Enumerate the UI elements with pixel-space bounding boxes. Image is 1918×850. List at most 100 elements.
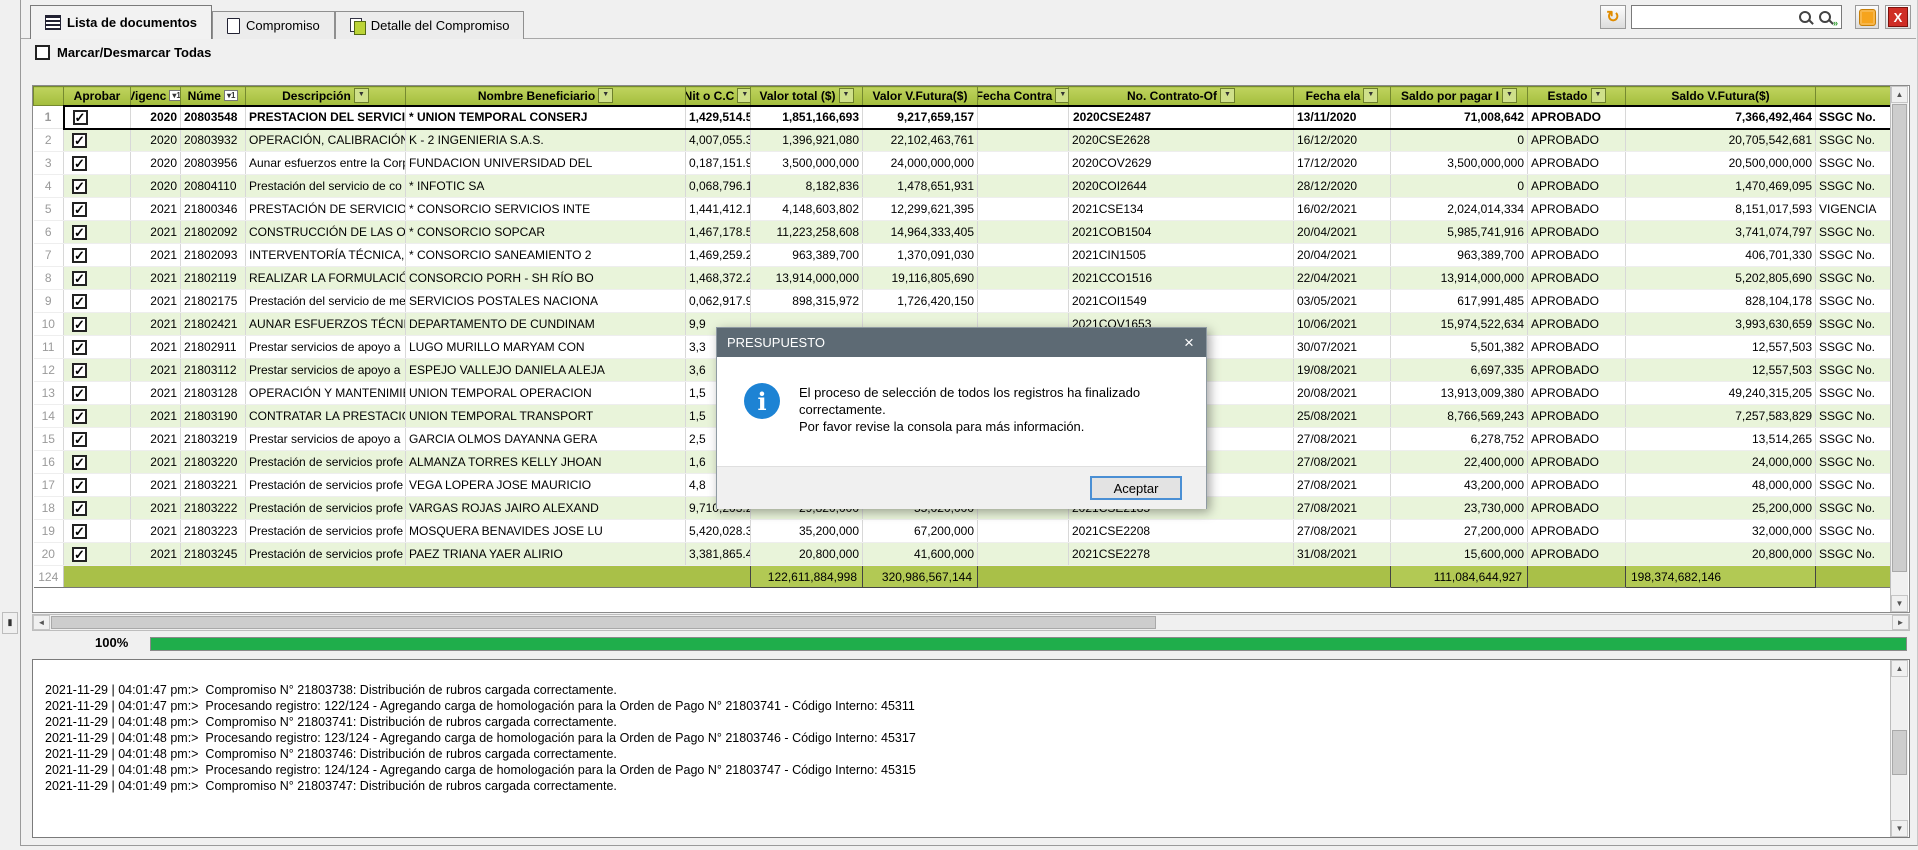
scroll-thumb[interactable] bbox=[1892, 730, 1907, 775]
table-row[interactable]: 4✓202020804110Prestación del servicio de… bbox=[34, 175, 1891, 198]
scroll-up-icon[interactable]: ▲ bbox=[1891, 86, 1908, 103]
filter-dropdown-icon[interactable]: ▼ bbox=[1363, 88, 1378, 103]
row-checkbox[interactable]: ✓ bbox=[72, 179, 87, 194]
close-button[interactable]: X bbox=[1885, 5, 1911, 29]
table-row[interactable]: 9✓202121802175Prestación del servicio de… bbox=[34, 290, 1891, 313]
row-checkbox[interactable]: ✓ bbox=[72, 432, 87, 447]
table-row[interactable]: 3✓202020803956Aunar esfuerzos entre la C… bbox=[34, 152, 1891, 175]
tab-lista-de-documentos[interactable]: Lista de documentos bbox=[30, 5, 212, 39]
cell-fela: 27/08/2021 bbox=[1294, 497, 1391, 520]
cell-vtotal: 4,148,603,802 bbox=[751, 198, 863, 221]
column-header-valor-total-[interactable]: Valor total ($)▼ bbox=[751, 87, 863, 106]
tab-detalle-del-compromiso[interactable]: Detalle del Compromiso bbox=[335, 11, 525, 39]
row-checkbox[interactable]: ✓ bbox=[72, 524, 87, 539]
column-header-saldo-por-pagar-i[interactable]: Saldo por pagar I▼ bbox=[1391, 87, 1528, 106]
scroll-down-icon[interactable]: ▼ bbox=[1891, 820, 1908, 837]
filter-dropdown-icon[interactable]: ▼ bbox=[1220, 88, 1235, 103]
approve-cell: ✓ bbox=[64, 428, 131, 451]
column-header[interactable] bbox=[1816, 87, 1891, 106]
row-checkbox[interactable]: ✓ bbox=[72, 547, 87, 562]
cell-desc: Prestación de servicios profe bbox=[246, 543, 406, 566]
cell-num: 20803956 bbox=[181, 152, 246, 175]
row-checkbox[interactable]: ✓ bbox=[72, 363, 87, 378]
scroll-thumb[interactable] bbox=[1892, 104, 1907, 572]
column-header[interactable] bbox=[34, 87, 64, 106]
select-all-checkbox[interactable] bbox=[35, 45, 50, 60]
tab-compromiso[interactable]: Compromiso bbox=[212, 11, 335, 39]
cell-saldo: 13,913,009,380 bbox=[1391, 382, 1528, 405]
search-next-icon[interactable]: » bbox=[1819, 11, 1831, 23]
column-header-fecha-ela[interactable]: Fecha ela▼ bbox=[1294, 87, 1391, 106]
row-checkbox[interactable]: ✓ bbox=[72, 340, 87, 355]
row-checkbox[interactable]: ✓ bbox=[73, 110, 88, 125]
column-header-fecha-contra[interactable]: Fecha Contra▼ bbox=[978, 87, 1069, 106]
cell-saldo: 0 bbox=[1391, 175, 1528, 198]
cell-num: 21803128 bbox=[181, 382, 246, 405]
scroll-right-icon[interactable]: ► bbox=[1892, 615, 1909, 630]
table-row[interactable]: 8✓202121802119REALIZAR LA FORMULACIÓN DC… bbox=[34, 267, 1891, 290]
cell-num: 21803112 bbox=[181, 359, 246, 382]
column-header-estado[interactable]: Estado▼ bbox=[1528, 87, 1626, 106]
filter-dropdown-icon[interactable]: ▼ bbox=[354, 88, 369, 103]
cell-fcontra bbox=[978, 129, 1069, 152]
row-checkbox[interactable]: ✓ bbox=[72, 386, 87, 401]
refresh-button[interactable]: ↻ bbox=[1600, 5, 1626, 29]
column-header-nit-o-c-c[interactable]: Nit o C.C▼ bbox=[686, 87, 751, 106]
filter-dropdown-icon[interactable]: ▼ bbox=[1591, 88, 1606, 103]
scroll-thumb[interactable] bbox=[51, 616, 1156, 629]
console-vertical-scrollbar[interactable]: ▲ ▼ bbox=[1890, 660, 1908, 837]
table-row[interactable]: 2✓202020803932OPERACIÓN, CALIBRACIÓN, MK… bbox=[34, 129, 1891, 152]
filter-dropdown-icon[interactable]: ▼ bbox=[1055, 88, 1068, 103]
cell-extra: SSGC No. bbox=[1816, 244, 1891, 267]
cell-fela: 16/12/2020 bbox=[1294, 129, 1391, 152]
filter-dropdown-icon[interactable]: ▼ bbox=[598, 88, 613, 103]
column-header-saldo-v-futura-[interactable]: Saldo V.Futura($) bbox=[1626, 87, 1816, 106]
accept-button[interactable]: Aceptar bbox=[1090, 476, 1182, 500]
cell-estado: APROBADO bbox=[1528, 152, 1626, 175]
grid-horizontal-scrollbar[interactable]: ◄ ► bbox=[32, 614, 1910, 631]
table-row[interactable]: 5✓202121800346PRESTACIÓN DE SERVICIOS PA… bbox=[34, 198, 1891, 221]
scroll-up-icon[interactable]: ▲ bbox=[1891, 660, 1908, 677]
filter-dropdown-icon[interactable]: ▼ bbox=[839, 88, 854, 103]
scroll-down-icon[interactable]: ▼ bbox=[1891, 595, 1908, 612]
row-checkbox[interactable]: ✓ bbox=[72, 478, 87, 493]
column-header-no-contrato-of[interactable]: No. Contrato-Of▼ bbox=[1069, 87, 1294, 106]
column-header-valor-v-futura-[interactable]: Valor V.Futura($) bbox=[863, 87, 978, 106]
column-header-vigenc[interactable]: Vigenc▾1 bbox=[131, 87, 181, 106]
cell-nit: 1,441,412.1 bbox=[686, 198, 751, 221]
table-row[interactable]: 1✓202020803548PRESTACION DEL SERVICIO DE… bbox=[34, 106, 1891, 129]
row-checkbox[interactable]: ✓ bbox=[72, 409, 87, 424]
row-checkbox[interactable]: ✓ bbox=[72, 294, 87, 309]
search-input[interactable] bbox=[1632, 7, 1797, 27]
column-header-n-me[interactable]: Núme▾1 bbox=[181, 87, 246, 106]
table-row[interactable]: 6✓202121802092CONSTRUCCIÓN DE LAS OBRA* … bbox=[34, 221, 1891, 244]
row-checkbox[interactable]: ✓ bbox=[72, 225, 87, 240]
column-header-aprobar[interactable]: Aprobar bbox=[64, 87, 131, 106]
cell-nit: 1,469,259.2 bbox=[686, 244, 751, 267]
search-icon[interactable] bbox=[1799, 11, 1811, 23]
cell-estado: APROBADO bbox=[1528, 244, 1626, 267]
table-row[interactable]: 20✓202121803245Prestación de servicios p… bbox=[34, 543, 1891, 566]
row-checkbox[interactable]: ✓ bbox=[72, 271, 87, 286]
column-header-descripci-n[interactable]: Descripción▼ bbox=[246, 87, 406, 106]
grid-vertical-scrollbar[interactable]: ▲ ▼ bbox=[1890, 86, 1908, 612]
table-row[interactable]: 19✓202121803223Prestación de servicios p… bbox=[34, 520, 1891, 543]
row-checkbox[interactable]: ✓ bbox=[72, 202, 87, 217]
row-checkbox[interactable]: ✓ bbox=[72, 248, 87, 263]
filter-dropdown-icon[interactable]: ▼ bbox=[1502, 88, 1517, 103]
row-checkbox[interactable]: ✓ bbox=[72, 156, 87, 171]
row-checkbox[interactable]: ✓ bbox=[72, 317, 87, 332]
cell-extra: SSGC No. bbox=[1816, 474, 1891, 497]
table-row[interactable]: 7✓202121802093INTERVENTORÍA TÉCNICA, ADM… bbox=[34, 244, 1891, 267]
dialog-close-icon[interactable]: × bbox=[1172, 333, 1206, 353]
highlight-button[interactable] bbox=[1855, 5, 1879, 29]
column-header-nombre-beneficiario[interactable]: Nombre Beneficiario▼ bbox=[406, 87, 686, 106]
filter-dropdown-icon[interactable]: ▼ bbox=[737, 88, 750, 103]
row-checkbox[interactable]: ✓ bbox=[72, 455, 87, 470]
row-checkbox[interactable]: ✓ bbox=[72, 501, 87, 516]
splitter-handle[interactable]: ▮ bbox=[2, 612, 18, 634]
cell-saldo: 6,278,752 bbox=[1391, 428, 1528, 451]
row-checkbox[interactable]: ✓ bbox=[72, 133, 87, 148]
scroll-left-icon[interactable]: ◄ bbox=[33, 615, 50, 630]
dialog-titlebar[interactable]: PRESUPUESTO × bbox=[717, 328, 1206, 357]
